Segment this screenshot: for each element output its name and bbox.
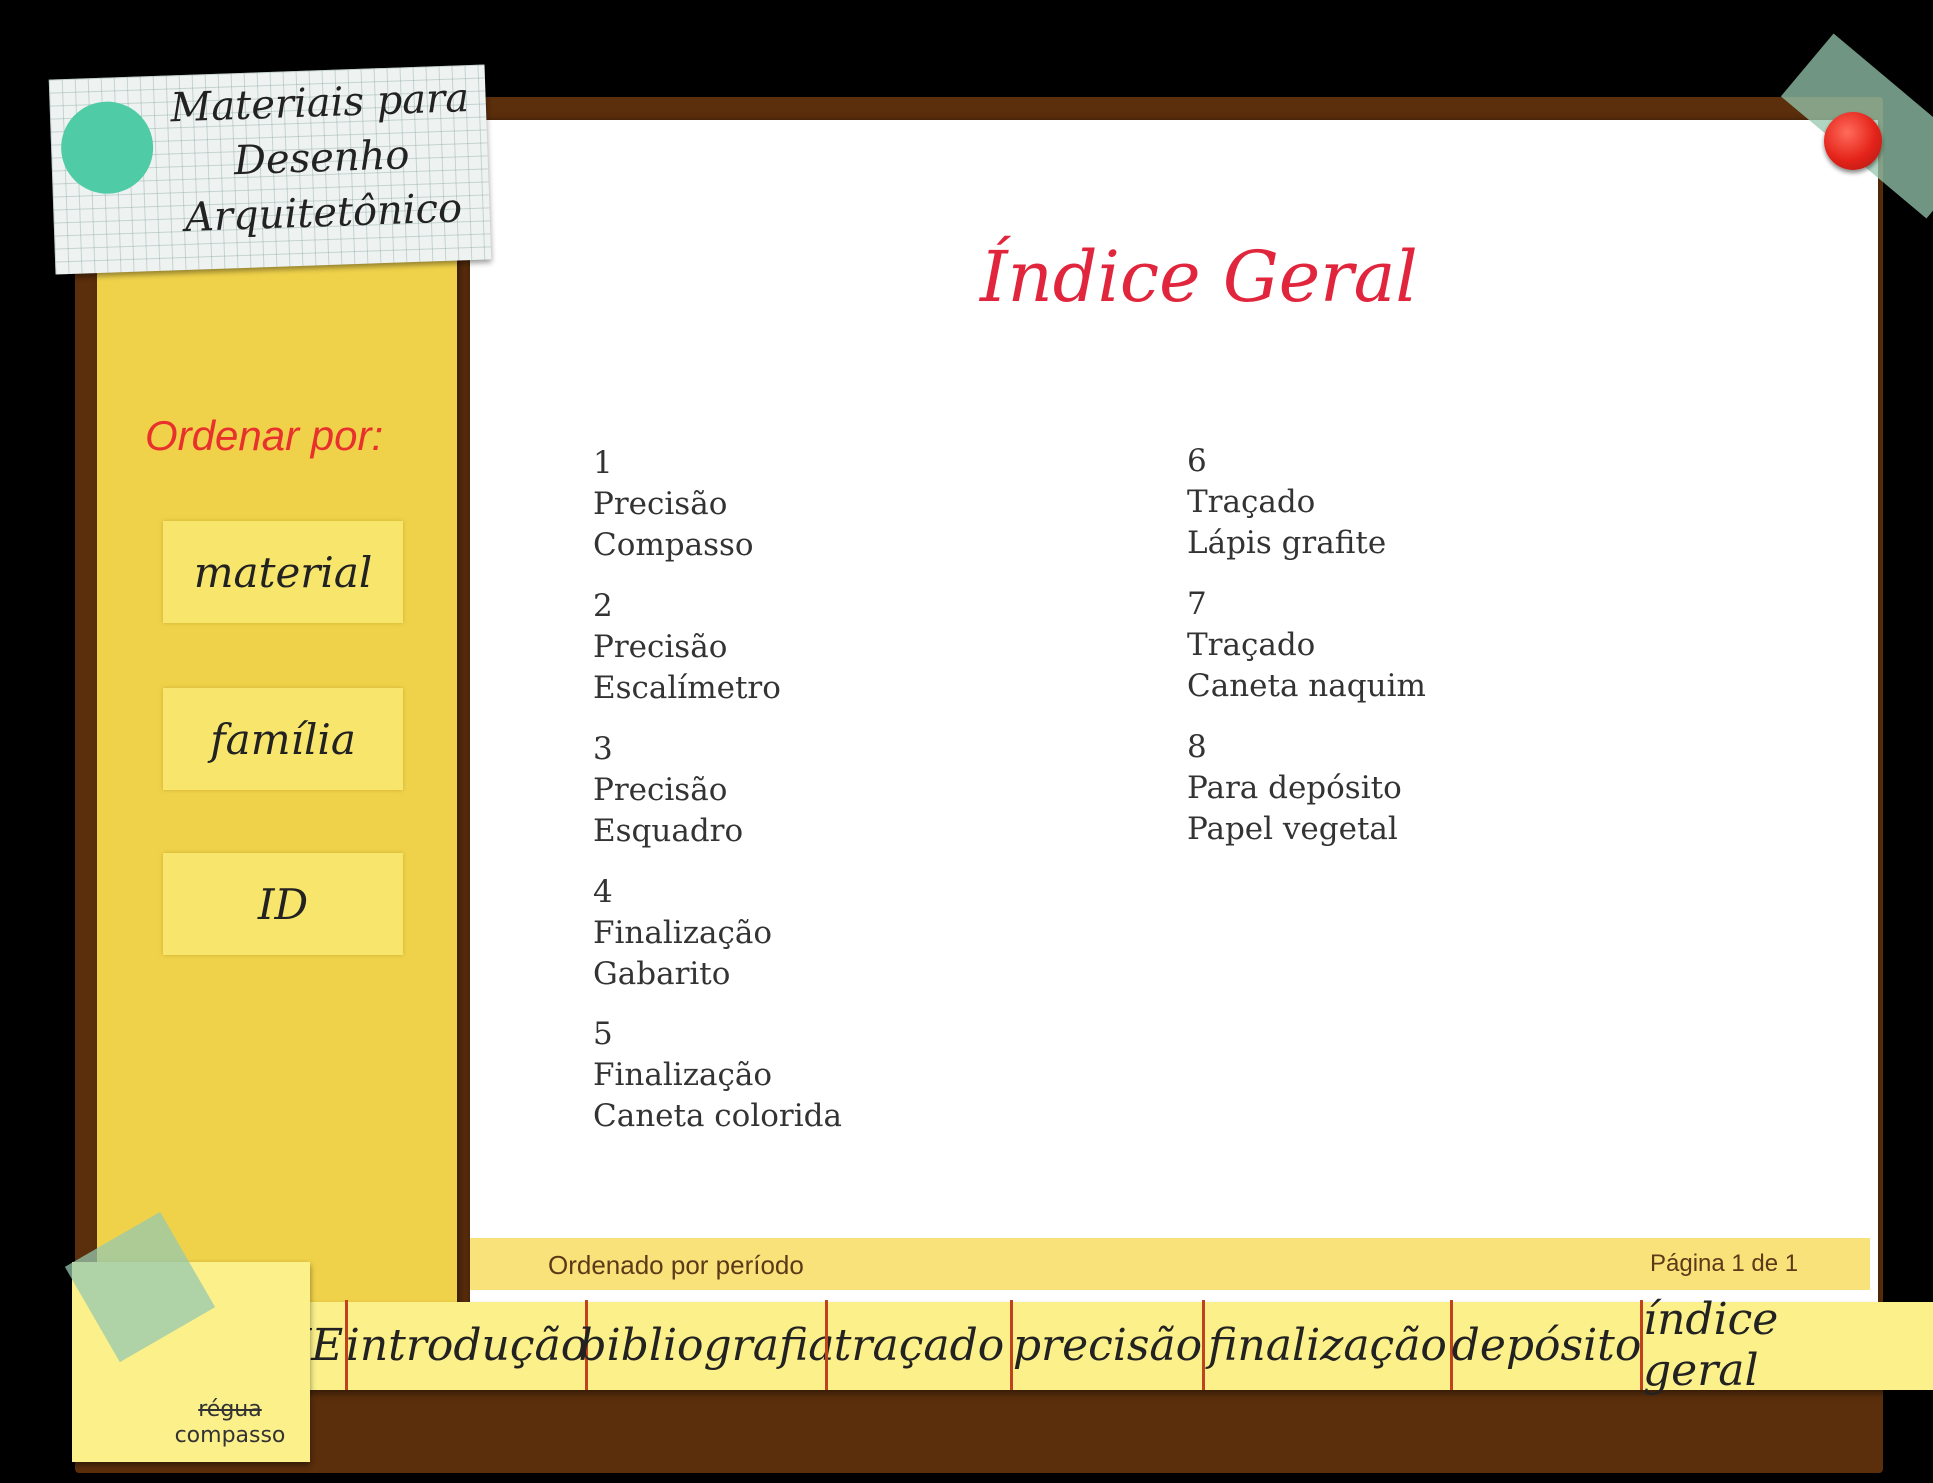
sort-by-id-button[interactable]: ID [163,853,403,955]
app-title: Materiais para Desenho Arquitetônico [169,75,470,241]
entry-id: 5 [593,1016,613,1052]
entry-id: 7 [1187,586,1207,622]
entry-material: Papel vegetal [1187,811,1398,847]
nav-tracado[interactable]: traçado [825,1300,1010,1390]
entry-family: Traçado [1187,627,1316,663]
pushpin-icon [1824,112,1882,170]
entry-material: Gabarito [593,956,731,992]
entry-id: 1 [593,445,613,481]
entry-family: Para depósito [1187,770,1402,806]
nav-introducao[interactable]: introdução [345,1300,587,1390]
pagination: Página 1 de 1 [1650,1250,1799,1277]
entry-family: Precisão [593,486,728,522]
paint-splat-icon [59,100,155,196]
entry-family: Finalização [593,1057,773,1093]
entry-family: Traçado [1187,484,1316,520]
list-item[interactable]: 8 Para depósito Papel vegetal [1187,727,1402,850]
sidebar [97,230,457,1350]
list-item[interactable]: 6 Traçado Lápis grafite [1187,441,1386,564]
nav-bibliografia[interactable]: bibliografia [578,1300,835,1390]
sort-status: Ordenado por período [548,1250,804,1280]
nav-indice-geral[interactable]: índice geral [1640,1294,1888,1396]
list-item[interactable]: 1 Precisão Compasso [593,443,754,566]
list-item[interactable]: 4 Finalização Gabarito [593,872,772,995]
entry-material: Escalímetro [593,670,781,706]
list-item[interactable]: 5 Finalização Caneta colorida [593,1014,842,1137]
entry-id: 4 [593,874,613,910]
entry-family: Precisão [593,629,728,665]
list-item[interactable]: 3 Precisão Esquadro [593,729,743,852]
entry-id: 3 [593,731,613,767]
entry-id: 2 [593,588,613,624]
app-title-note: Materiais para Desenho Arquitetônico [48,64,492,275]
list-item[interactable]: 7 Traçado Caneta naquim [1187,584,1426,707]
sort-by-family-button[interactable]: família [163,688,403,790]
nav-precisao[interactable]: precisão [1010,1300,1202,1390]
entry-material: Caneta colorida [593,1098,842,1134]
nav-finalizacao[interactable]: finalização [1202,1300,1450,1390]
entry-id: 8 [1187,729,1207,765]
nav-deposito[interactable]: depósito [1450,1300,1641,1390]
sort-heading: Ordenar por: [145,412,384,459]
entry-material: Compasso [593,527,754,563]
list-item[interactable]: 2 Precisão Escalímetro [593,586,781,709]
entry-material: Lápis grafite [1187,525,1387,561]
sticky-note-text: régua compasso [174,1397,286,1448]
page-title: Índice Geral [980,236,1418,318]
entry-id: 6 [1187,443,1207,479]
entry-family: Finalização [593,915,773,951]
entry-family: Precisão [593,772,728,808]
entry-material: Esquadro [593,813,744,849]
entry-material: Caneta naquim [1187,668,1426,704]
sort-by-material-button[interactable]: material [163,521,403,623]
